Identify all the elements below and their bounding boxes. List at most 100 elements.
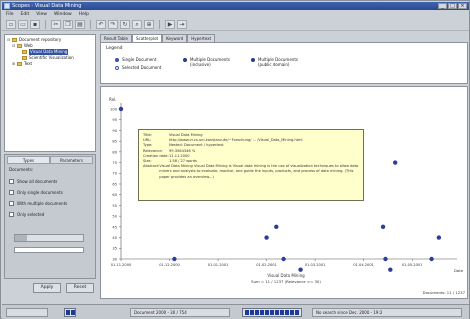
data-point[interactable] <box>274 224 279 230</box>
tooltip-key: Abstract: <box>143 164 160 169</box>
y-tick-label: 30 <box>112 257 117 261</box>
menu-window[interactable]: Window <box>54 11 72 18</box>
minimize-button[interactable]: _ <box>438 3 447 9</box>
document-tree: ⊟ Document repository ⊟ Web Visual Data … <box>4 34 96 152</box>
menu-file[interactable]: File <box>6 11 14 18</box>
legend-item: Selected Document <box>115 65 161 70</box>
data-point[interactable] <box>388 267 393 272</box>
search-icon[interactable]: ⌕ <box>132 20 142 29</box>
title-bar: Scopes - Visual Data Mining _ □ × <box>2 2 469 10</box>
save-icon[interactable]: ▪ <box>30 20 40 29</box>
option-single[interactable]: Only single documents <box>9 187 91 198</box>
legend-title: Legend <box>106 46 123 51</box>
legend-sublabel: (public domain) <box>258 62 290 67</box>
legend-item: Multiple Documents (inclusive) <box>183 57 230 67</box>
zoom-icon[interactable]: ⊕ <box>144 20 154 29</box>
multiple-documents-icon <box>251 58 255 62</box>
folder-icon <box>17 62 22 66</box>
status-bar: Document 2000 - 30 / 754 No search since… <box>2 304 469 319</box>
single-document-icon <box>115 58 119 62</box>
x-tick-label: 01.12.2000 <box>159 263 180 267</box>
tree-item-label: Text <box>24 61 33 66</box>
redo-icon[interactable]: ↷ <box>108 20 118 29</box>
toolbar: ▫ ▭ ▪ ✂ ❐ ▤ ↶ ↷ ↻ ⌕ ⊕ ▶ ⇥ <box>2 19 469 31</box>
progress-fill <box>66 310 75 315</box>
tree-item-text[interactable]: ⊞ Text <box>7 61 93 67</box>
reset-button[interactable]: Reset <box>66 283 94 293</box>
maximize-button[interactable]: □ <box>448 3 457 9</box>
tab-scatterplot[interactable]: Scatterplot <box>131 34 163 42</box>
status-left <box>6 308 48 317</box>
checkbox[interactable] <box>9 179 14 184</box>
x-axis-sublabel: Sum = 11 / 1237 (Relevance >= 30) <box>251 279 321 284</box>
tooltip-value: Visual Data Mining Visual Data Mining is… <box>159 164 359 179</box>
relevance-field[interactable] <box>14 247 84 253</box>
option-label: Only single documents <box>17 190 63 195</box>
data-point[interactable] <box>264 235 269 240</box>
apply-button[interactable]: Apply <box>33 283 61 293</box>
option-multiple[interactable]: With multiple documents <box>9 198 91 209</box>
x-axis-end-label: Date <box>454 268 464 273</box>
y-tick-label: 60 <box>112 193 117 197</box>
relevance-slider[interactable] <box>14 234 84 242</box>
query-icon <box>22 50 27 54</box>
data-point[interactable] <box>436 235 442 240</box>
x-axis-label: Visual Data Mining <box>267 273 305 278</box>
tab-result-table[interactable]: Result Table <box>100 34 132 42</box>
legend-label: Selected Document <box>122 65 162 70</box>
play-icon[interactable]: ▶ <box>165 20 175 29</box>
status-search: No search since Dec. 2000 - 19:2 <box>312 308 462 317</box>
option-selected[interactable]: Only selected <box>9 209 91 220</box>
menu-help[interactable]: Help <box>79 11 89 18</box>
menu-bar: File Edit View Window Help <box>2 11 469 18</box>
y-tick-label: 75 <box>112 161 117 165</box>
y-tick-label: 95 <box>112 118 117 122</box>
data-point[interactable] <box>380 224 386 230</box>
data-point[interactable] <box>172 256 177 262</box>
cut-icon[interactable]: ✂ <box>51 20 61 29</box>
window-title: Scopes - Visual Data Mining <box>12 3 82 9</box>
copy-icon[interactable]: ❐ <box>63 20 73 29</box>
tab-types[interactable]: Types <box>7 156 50 164</box>
data-point[interactable] <box>429 256 434 262</box>
y-tick-label: 50 <box>112 215 117 219</box>
data-point[interactable] <box>392 160 398 165</box>
data-point[interactable] <box>383 256 388 262</box>
toolbar-separator <box>45 20 46 29</box>
checkbox[interactable] <box>9 212 14 217</box>
menu-view[interactable]: View <box>36 11 47 18</box>
tree-item-label: Scientific Visualization <box>29 55 74 60</box>
slider-thumb[interactable] <box>15 235 27 241</box>
data-point[interactable] <box>281 256 286 262</box>
legend-label: Single Document <box>122 57 157 62</box>
data-point[interactable] <box>118 106 124 112</box>
option-show-all[interactable]: Show all documents <box>9 176 91 187</box>
undo-icon[interactable]: ↶ <box>96 20 106 29</box>
close-button[interactable]: × <box>458 3 467 9</box>
progress-fill <box>245 310 299 315</box>
y-tick-label: 35 <box>112 247 117 251</box>
menu-edit[interactable]: Edit <box>21 11 30 18</box>
toolbar-separator <box>159 20 160 29</box>
tab-keyword[interactable]: Keyword <box>162 34 188 42</box>
forward-icon[interactable]: ⇥ <box>177 20 187 29</box>
folder-icon <box>17 44 22 48</box>
checkbox[interactable] <box>9 190 14 195</box>
tab-hypertext[interactable]: Hypertext <box>187 34 216 42</box>
tab-parameters[interactable]: Parameters <box>50 156 93 164</box>
open-icon[interactable]: ▭ <box>18 20 28 29</box>
x-tick-label: 01.04.2001 <box>353 263 374 267</box>
status-document: Document 2000 - 30 / 754 <box>130 308 230 317</box>
checkbox[interactable] <box>9 201 14 206</box>
filter-panel: Types Parameters Documents: Show all doc… <box>4 154 96 279</box>
y-tick-label: 80 <box>112 150 117 154</box>
paste-icon[interactable]: ▤ <box>75 20 85 29</box>
refresh-icon[interactable]: ↻ <box>120 20 130 29</box>
option-label: Only selected <box>17 212 45 217</box>
app-window: Scopes - Visual Data Mining _ □ × File E… <box>0 0 470 319</box>
new-icon[interactable]: ▫ <box>6 20 16 29</box>
multiple-documents-icon <box>183 58 187 62</box>
toolbar-separator <box>90 20 91 29</box>
data-point[interactable] <box>298 267 303 272</box>
y-tick-label: 55 <box>112 204 117 208</box>
